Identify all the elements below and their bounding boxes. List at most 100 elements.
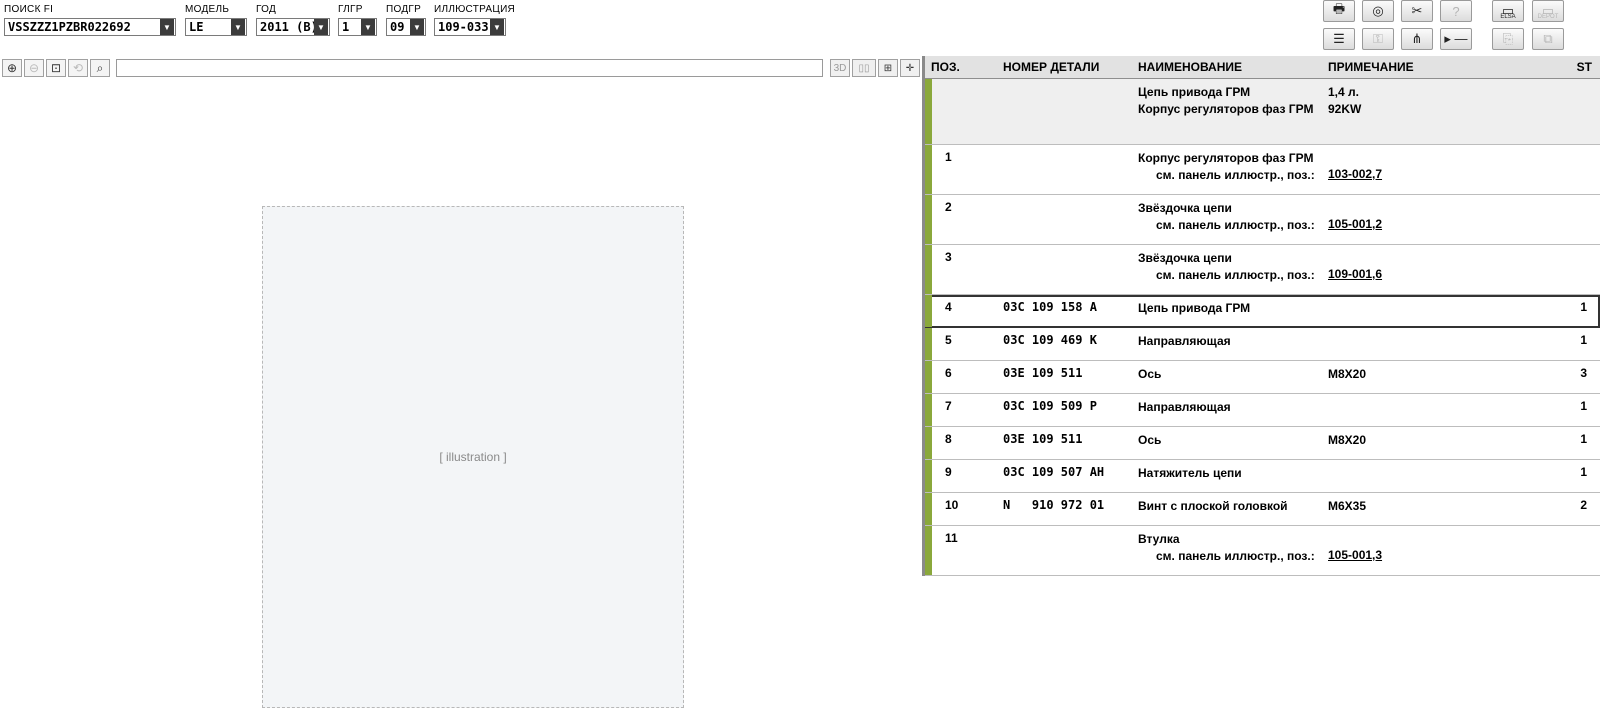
main-group-select[interactable]: 1 ▼ xyxy=(338,18,377,36)
zoom-back-button[interactable]: ⟲ xyxy=(68,59,88,77)
row-qty: 2 xyxy=(1580,498,1587,512)
help-button[interactable]: ? xyxy=(1440,0,1472,22)
diagram-button[interactable]: ⋔ xyxy=(1401,28,1433,50)
row-pos: 6 xyxy=(945,366,952,380)
illustration-select[interactable]: 109-033 ▼ xyxy=(434,18,506,36)
fi-search-select[interactable]: VSSZZZ1PZBR022692 ▼ xyxy=(4,18,176,36)
row-name-cell: Втулка см. панель иллюстр., поз.: xyxy=(1138,531,1315,565)
chevron-down-icon[interactable]: ▼ xyxy=(314,19,328,35)
chevron-down-icon[interactable]: ▼ xyxy=(410,19,424,35)
elsa-label: ELSA xyxy=(1500,14,1516,20)
row-see-text: см. панель иллюстр., поз.: xyxy=(1156,549,1315,563)
row-name: Втулка xyxy=(1138,532,1180,546)
row-name-cell: Звёздочка цепи см. панель иллюстр., поз.: xyxy=(1138,250,1315,284)
parts-table: ПОЗ. НОМЕР ДЕТАЛИ НАИМЕНОВАНИЕ ПРИМЕЧАНИ… xyxy=(925,56,1600,576)
sub-group-select[interactable]: 09 ▼ xyxy=(386,18,426,36)
row-qty: 1 xyxy=(1580,432,1587,446)
resize-button[interactable]: ✛ xyxy=(900,59,920,77)
table-row[interactable]: 8 03E 109 511 Ось M8X20 1 xyxy=(925,427,1600,460)
row-ref-link[interactable]: 105-001,2 xyxy=(1328,217,1382,231)
copy-button[interactable]: ⧉ xyxy=(1532,28,1564,50)
export-button[interactable]: ⎘ xyxy=(1492,28,1524,50)
table-row[interactable]: 4 03C 109 158 A Цепь привода ГРМ 1 xyxy=(925,295,1600,328)
row-accent xyxy=(925,460,932,492)
model-label: МОДЕЛЬ xyxy=(185,4,230,15)
row-pos: 2 xyxy=(945,200,952,214)
move-icon: ✛ xyxy=(905,62,915,74)
row-name: Корпус регуляторов фаз ГРМ xyxy=(1138,151,1314,165)
info-note-1: 1,4 л. xyxy=(1328,85,1359,99)
chevron-down-icon[interactable]: ▼ xyxy=(361,19,375,35)
illustration-value: 109-033 xyxy=(438,20,489,34)
row-part-number: 03C 109 507 AH xyxy=(1003,465,1105,479)
table-rows: 1 Корпус регуляторов фаз ГРМ см. панель ил… xyxy=(925,145,1600,576)
zoom-field[interactable] xyxy=(116,59,823,77)
key-button[interactable]: ⚿ xyxy=(1362,28,1394,50)
view-3d-button[interactable]: 3D xyxy=(830,59,850,77)
row-accent xyxy=(925,195,932,244)
table-row[interactable]: 6 03E 109 511 Ось M8X20 3 xyxy=(925,361,1600,394)
table-row[interactable]: 11 Втулка см. панель иллюстр., поз.: 105-00… xyxy=(925,526,1600,576)
chevron-down-icon[interactable]: ▼ xyxy=(490,19,504,35)
view-3d-label: 3D xyxy=(833,62,847,74)
grid-view-button[interactable]: ⊞ xyxy=(878,59,898,77)
zoom-fit-icon: ⊡ xyxy=(50,61,62,75)
elsa-button[interactable]: ▭ ELSA xyxy=(1492,0,1524,22)
tools-button[interactable]: ✂ xyxy=(1401,0,1433,22)
table-row[interactable]: 7 03C 109 509 P Направляющая 1 xyxy=(925,394,1600,427)
row-name: Направляющая xyxy=(1138,400,1231,414)
row-ref-link[interactable]: 103-002,7 xyxy=(1328,167,1382,181)
model-select[interactable]: LE ▼ xyxy=(185,18,247,36)
year-select[interactable]: 2011 (B) ▼ xyxy=(256,18,330,36)
depot-button[interactable]: ▭ DEPOT xyxy=(1532,0,1564,22)
row-name: Ось xyxy=(1138,433,1162,447)
row-part-number: 03E 109 511 xyxy=(1003,432,1083,446)
list-view-button[interactable]: ☰ xyxy=(1323,28,1355,50)
table-row[interactable]: 9 03C 109 507 AH Натяжитель цепи 1 xyxy=(925,460,1600,493)
play-icon: ▸ — xyxy=(1444,31,1468,46)
row-pos: 4 xyxy=(945,300,952,314)
chevron-down-icon[interactable]: ▼ xyxy=(160,19,174,35)
export-icon: ⎘ xyxy=(1502,31,1514,46)
row-ref-link[interactable]: 105-001,3 xyxy=(1328,548,1382,562)
row-qty: 1 xyxy=(1580,399,1587,413)
zoom-in-button[interactable]: ⊕ xyxy=(2,59,22,77)
table-row[interactable]: 5 03C 109 469 K Направляющая 1 xyxy=(925,328,1600,361)
row-ref-link[interactable]: 109-001,6 xyxy=(1328,267,1382,281)
row-name: Звёздочка цепи xyxy=(1138,251,1232,265)
zoom-fit-button[interactable]: ⊡ xyxy=(46,59,66,77)
tools-icon: ✂ xyxy=(1411,3,1423,18)
row-name-cell: Натяжитель цепи xyxy=(1138,465,1242,482)
zoom-out-button[interactable]: ⊖ xyxy=(24,59,44,77)
header-note: ПРИМЕЧАНИЕ xyxy=(1328,60,1414,74)
table-row[interactable]: 2 Звёздочка цепи см. панель иллюстр., поз.… xyxy=(925,195,1600,245)
row-accent xyxy=(925,526,932,575)
table-header: ПОЗ. НОМЕР ДЕТАЛИ НАИМЕНОВАНИЕ ПРИМЕЧАНИ… xyxy=(925,56,1600,79)
split-view-button[interactable]: ▯▯ xyxy=(852,59,876,77)
row-pos: 7 xyxy=(945,399,952,413)
play-button[interactable]: ▸ — xyxy=(1440,28,1472,50)
row-pos: 11 xyxy=(945,531,958,545)
search-button[interactable]: ⌕ xyxy=(90,59,110,77)
row-note: M8X20 xyxy=(1328,433,1367,447)
print-button[interactable]: 🖶 xyxy=(1323,0,1355,22)
table-row[interactable]: 3 Звёздочка цепи см. панель иллюстр., поз.… xyxy=(925,245,1600,295)
fi-search-group: ПОИСК FI VSSZZZ1PZBR022692 ▼ xyxy=(4,4,176,36)
row-pos: 5 xyxy=(945,333,952,347)
row-pos: 9 xyxy=(945,465,952,479)
main-group-group: ГЛГР 1 ▼ xyxy=(338,4,377,36)
search-part-button[interactable]: ◎ xyxy=(1362,0,1394,22)
fi-search-value: VSSZZZ1PZBR022692 xyxy=(8,20,131,34)
zoom-out-icon: ⊖ xyxy=(28,61,40,75)
row-accent xyxy=(925,245,932,294)
table-row[interactable]: 10 N 910 972 01 Винт с плоской головкой M6X… xyxy=(925,493,1600,526)
split-view-icon: ▯▯ xyxy=(858,62,870,74)
model-group: МОДЕЛЬ LE ▼ xyxy=(185,4,247,36)
chevron-down-icon[interactable]: ▼ xyxy=(231,19,245,35)
row-qty: 1 xyxy=(1580,300,1587,314)
row-see-text: см. панель иллюстр., поз.: xyxy=(1156,218,1315,232)
row-name-cell: Ось xyxy=(1138,366,1161,383)
row-name-cell: Цепь привода ГРМ xyxy=(1138,300,1250,317)
table-row[interactable]: 1 Корпус регуляторов фаз ГРМ см. панель ил… xyxy=(925,145,1600,195)
row-name: Звёздочка цепи xyxy=(1138,201,1232,215)
